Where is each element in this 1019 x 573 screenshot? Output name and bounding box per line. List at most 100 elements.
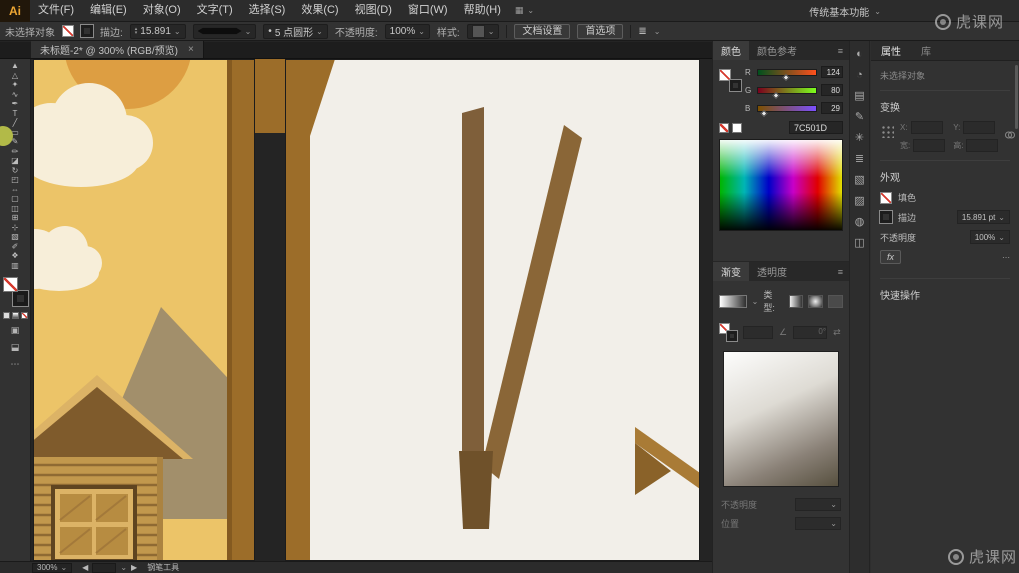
menu-file[interactable]: 文件(F) (30, 0, 82, 21)
fill-swatch[interactable] (880, 192, 892, 204)
chevron-down-icon[interactable]: ⌄ (527, 6, 534, 15)
blue-slider[interactable] (757, 105, 817, 112)
screen-mode-icon[interactable]: ⬓ (11, 342, 20, 353)
transparency-panel-icon[interactable]: ▨ (854, 196, 864, 207)
stroke-swatch[interactable] (81, 25, 93, 37)
edit-gradient-field[interactable] (743, 326, 773, 339)
tab-properties[interactable]: 属性 (871, 43, 911, 58)
tool-eyedropper[interactable]: ✐ (0, 242, 30, 252)
tool-rotate[interactable]: ↻ (0, 166, 30, 176)
stroke-weight-field[interactable]: ▴▾ 15.891 ⌄ (130, 24, 186, 39)
stepper-icon[interactable]: ▴▾ (135, 27, 138, 35)
prev-artboard-icon[interactable]: ◀ (82, 563, 88, 572)
slider-handle[interactable] (761, 109, 768, 116)
zoom-dropdown[interactable]: 300% ⌄ (32, 563, 72, 573)
next-artboard-icon[interactable]: ▶ (131, 563, 137, 572)
green-value[interactable]: 80 (821, 84, 843, 96)
appearance-panel-icon[interactable]: ◍ (855, 217, 865, 228)
menu-help[interactable]: 帮助(H) (456, 0, 509, 21)
freeform-gradient-button[interactable] (828, 295, 843, 308)
effects-button[interactable]: fx (880, 250, 901, 264)
none-button[interactable] (21, 312, 28, 319)
tool-column-graph[interactable]: ▥ (0, 261, 30, 271)
menu-view[interactable]: 视图(D) (347, 0, 400, 21)
constrain-proportions-icon[interactable] (1004, 129, 1016, 141)
tool-selection[interactable]: ▲ (0, 61, 30, 71)
tool-type[interactable]: T (0, 109, 30, 119)
tool-shape-builder[interactable]: ◫ (0, 204, 30, 214)
menu-edit[interactable]: 编辑(E) (82, 0, 135, 21)
branch-junction[interactable] (459, 451, 493, 529)
menu-select[interactable]: 选择(S) (241, 0, 294, 21)
fill-swatch[interactable] (62, 25, 74, 37)
stroke-color-proxy[interactable] (13, 291, 28, 306)
brush-definition-dropdown[interactable]: • 5 点圆形 ⌄ (263, 24, 328, 39)
opacity-field[interactable]: 100% ⌄ (385, 24, 430, 39)
layers-panel-icon[interactable]: ◫ (854, 238, 864, 249)
chevron-down-icon[interactable]: ⌄ (752, 297, 759, 306)
transform-w-field[interactable]: 宽: (900, 139, 945, 152)
slider-handle[interactable] (783, 73, 790, 80)
slider-handle[interactable] (772, 91, 779, 98)
color-guide-panel-icon[interactable]: ◔ (856, 70, 863, 81)
tool-magic-wand[interactable]: ✦ (0, 80, 30, 90)
color-panel-icon[interactable]: ◐ (856, 49, 863, 60)
canvas-pasteboard[interactable] (31, 59, 712, 561)
workspace-switcher[interactable]: 传统基本功能 ⌄ (809, 0, 881, 22)
preferences-button[interactable]: 首选项 (577, 24, 623, 39)
gradient-swatch[interactable] (719, 295, 747, 308)
gradient-opacity-field[interactable]: ⌄ (795, 498, 841, 511)
blue-value[interactable]: 29 (821, 102, 843, 114)
fill-color-proxy[interactable] (3, 277, 18, 292)
transform-x-field[interactable]: X: (900, 121, 945, 134)
tab-gradient[interactable]: 渐变 (713, 262, 749, 281)
tool-free-transform[interactable]: ▢ (0, 194, 30, 204)
arrange-documents-icon[interactable]: ▦ (515, 5, 524, 16)
green-slider[interactable] (757, 87, 817, 94)
none-swatch[interactable] (719, 123, 729, 133)
transform-h-field[interactable]: 高: (953, 139, 998, 152)
stroke-color-proxy[interactable] (727, 331, 737, 341)
app-logo[interactable]: Ai (0, 0, 30, 22)
artboard-number-field[interactable] (92, 563, 116, 573)
close-icon[interactable]: × (188, 44, 194, 55)
more-tools-icon[interactable]: ⋯ (11, 359, 20, 370)
tab-color[interactable]: 颜色 (713, 41, 749, 60)
gradient-button[interactable] (12, 312, 19, 319)
tool-pencil[interactable]: ✏ (0, 147, 30, 157)
chevron-down-icon[interactable]: ⌄ (120, 563, 127, 572)
tool-scale[interactable]: ◰ (0, 175, 30, 185)
tool-mesh[interactable]: ⊹ (0, 223, 30, 233)
stroke-color-proxy[interactable] (730, 80, 741, 91)
color-button[interactable] (3, 312, 10, 319)
chevron-down-icon[interactable]: ⌄ (174, 27, 181, 36)
stroke-swatch[interactable] (880, 211, 892, 223)
tab-color-guide[interactable]: 颜色参考 (749, 41, 805, 60)
red-value[interactable]: 124 (821, 66, 843, 78)
transform-y-field[interactable]: Y: (953, 121, 998, 134)
align-options-icon[interactable]: ≣ (638, 26, 646, 37)
draw-mode-icon[interactable]: ▣ (11, 325, 20, 336)
variable-width-profile-dropdown[interactable]: ⌄ (193, 24, 257, 39)
gradient-preview[interactable] (723, 351, 839, 487)
white-swatch[interactable] (732, 123, 742, 133)
menu-object[interactable]: 对象(O) (135, 0, 189, 21)
style-dropdown[interactable]: ⌄ (467, 24, 500, 39)
panel-menu-icon[interactable]: ≡ (832, 46, 849, 56)
tab-transparency[interactable]: 透明度 (749, 262, 795, 281)
more-options-icon[interactable]: ⋯ (1002, 253, 1010, 262)
gradient-panel-icon[interactable]: ▧ (854, 175, 864, 186)
tool-direct-selection[interactable]: △ (0, 71, 30, 81)
radial-gradient-button[interactable] (808, 295, 823, 308)
color-spectrum[interactable] (719, 139, 843, 231)
tool-width[interactable]: ⇔ (0, 185, 30, 195)
tool-blend[interactable]: ❖ (0, 251, 30, 261)
trunk-overflow[interactable] (255, 59, 285, 133)
stroke-weight-dropdown[interactable]: 15.891 pt ⌄ (957, 210, 1010, 224)
brushes-panel-icon[interactable]: ✎ (855, 112, 864, 123)
branch-vertical[interactable] (462, 107, 484, 459)
linear-gradient-button[interactable] (789, 295, 804, 308)
red-slider[interactable] (757, 69, 817, 76)
document-setup-button[interactable]: 文档设置 (514, 24, 570, 39)
reference-point-icon[interactable] (880, 124, 894, 138)
